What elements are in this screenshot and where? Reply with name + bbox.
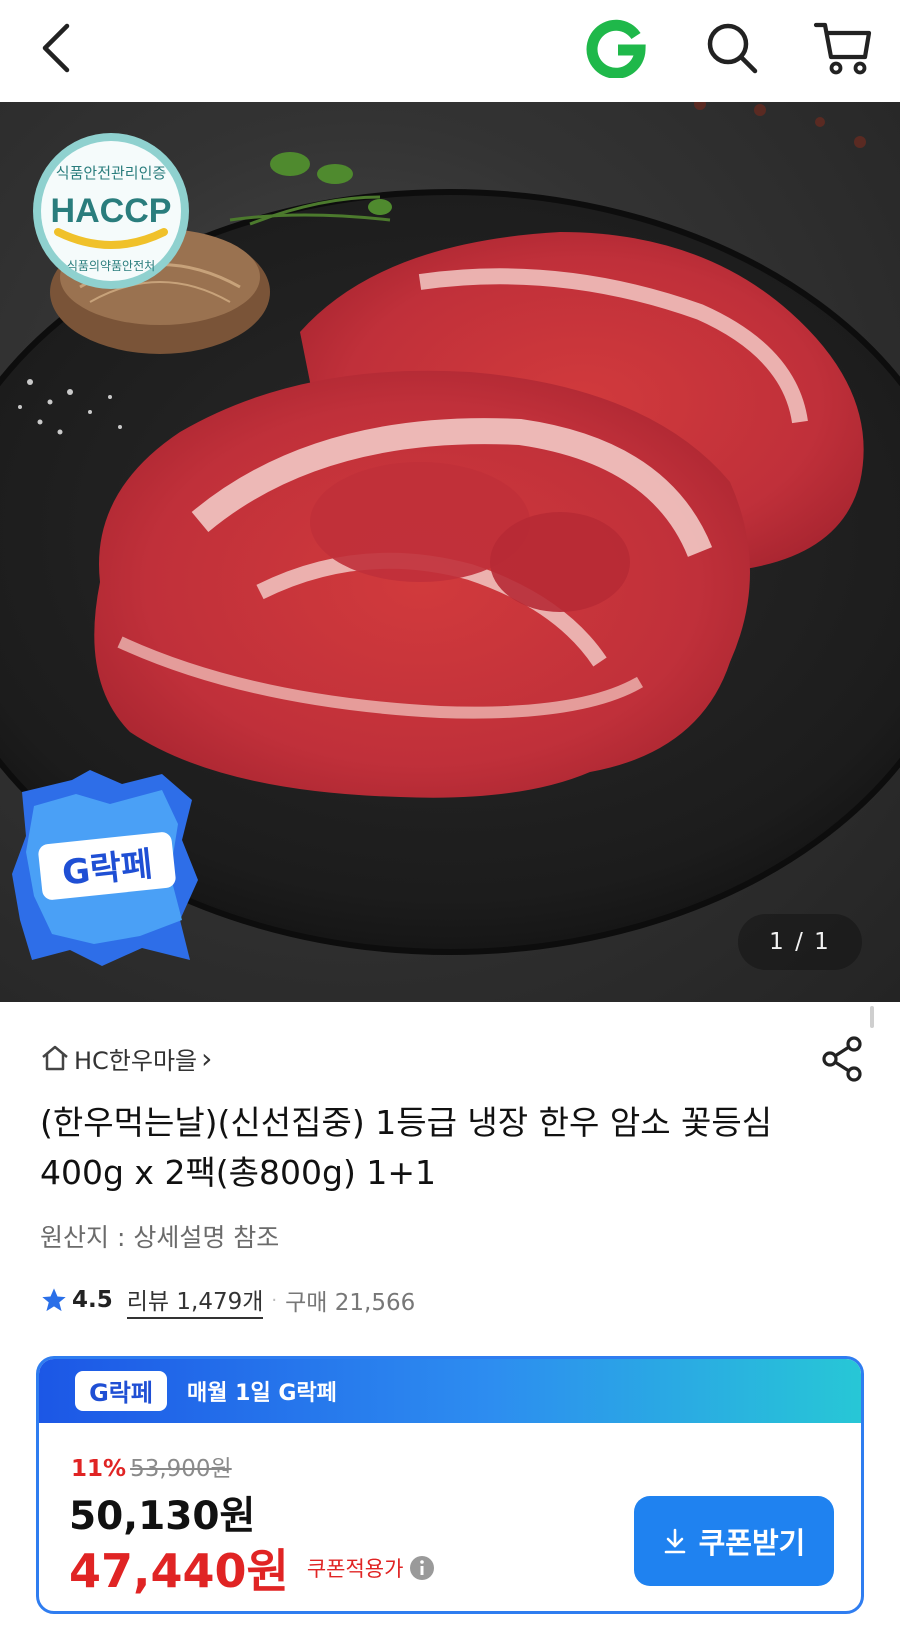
seller-name: HC한우마을 <box>74 1046 198 1075</box>
cart-button[interactable] <box>808 14 878 80</box>
mini-badge-text: G락페 <box>89 1379 153 1407</box>
discount-row: 11% 53,900원 <box>71 1449 232 1483</box>
chevron-right-icon: › <box>201 1041 213 1075</box>
purchase-count: 구매 21,566 <box>285 1290 416 1316</box>
scrollbar[interactable] <box>870 1006 874 1028</box>
g-rakpe-mini-badge: G락페 <box>75 1371 167 1411</box>
promo-price-card: G락페 매월 1일 G락페 11% 53,900원 50,130원 47,440… <box>36 1356 864 1614</box>
back-button[interactable] <box>28 18 84 78</box>
info-icon[interactable] <box>409 1555 435 1581</box>
promo-card-header: G락페 매월 1일 G락페 <box>39 1359 861 1423</box>
download-icon <box>664 1528 685 1554</box>
product-title: (한우먹는날)(신선집중) 1등급 냉장 한우 암소 꽃등심 400g x 2팩… <box>40 1103 773 1192</box>
haccp-main-text: HACCP <box>51 192 172 230</box>
origin-info: 원산지 : 상세설명 참조 <box>40 1223 280 1252</box>
haccp-bottom-text: 식품의약품안전처 <box>67 258 155 273</box>
get-coupon-button[interactable]: 쿠폰받기 <box>634 1496 834 1586</box>
search-icon <box>707 23 758 74</box>
top-app-bar <box>0 0 900 102</box>
coupon-price: 47,440원 <box>69 1544 289 1598</box>
coupon-price-row: 47,440원 쿠폰적용가 <box>69 1535 435 1601</box>
promo-card-title: 매월 1일 G락페 <box>187 1381 337 1406</box>
rating-value: 4.5 <box>72 1287 113 1313</box>
original-price: 53,900원 <box>130 1456 232 1482</box>
haccp-certification-badge: 식품안전관리인증 HACCP 식품의약품안전처 <box>33 133 189 289</box>
share-icon <box>822 1036 862 1082</box>
image-counter: 1 / 1 <box>738 914 862 970</box>
haccp-top-text: 식품안전관리인증 <box>56 164 166 182</box>
share-button[interactable] <box>818 1034 868 1084</box>
get-coupon-label: 쿠폰받기 <box>698 1526 806 1560</box>
separator-dot: · <box>271 1289 278 1311</box>
cart-icon <box>813 22 872 75</box>
sale-price: 50,130원 <box>69 1494 256 1539</box>
rating-row: 4.5 리뷰 1,479개 · 구매 21,566 <box>40 1282 416 1319</box>
star-icon <box>42 1288 66 1312</box>
seller-link[interactable]: HC한우마을 › <box>40 1038 212 1078</box>
coupon-price-label: 쿠폰적용가 <box>306 1557 404 1581</box>
g-rakpe-promo-badge: G락페 <box>12 770 198 966</box>
gmarket-logo-button[interactable] <box>584 16 648 80</box>
product-image[interactable]: 식품안전관리인증 HACCP 식품의약품안전처 G락페 1 / 1 <box>0 102 900 1002</box>
home-icon <box>42 1045 68 1071</box>
review-link[interactable]: 리뷰 1,479개 <box>126 1282 264 1319</box>
chevron-left-icon <box>42 23 70 73</box>
discount-percent: 11% <box>71 1456 127 1482</box>
gmarket-logo-icon <box>586 19 646 78</box>
search-button[interactable] <box>700 16 764 80</box>
